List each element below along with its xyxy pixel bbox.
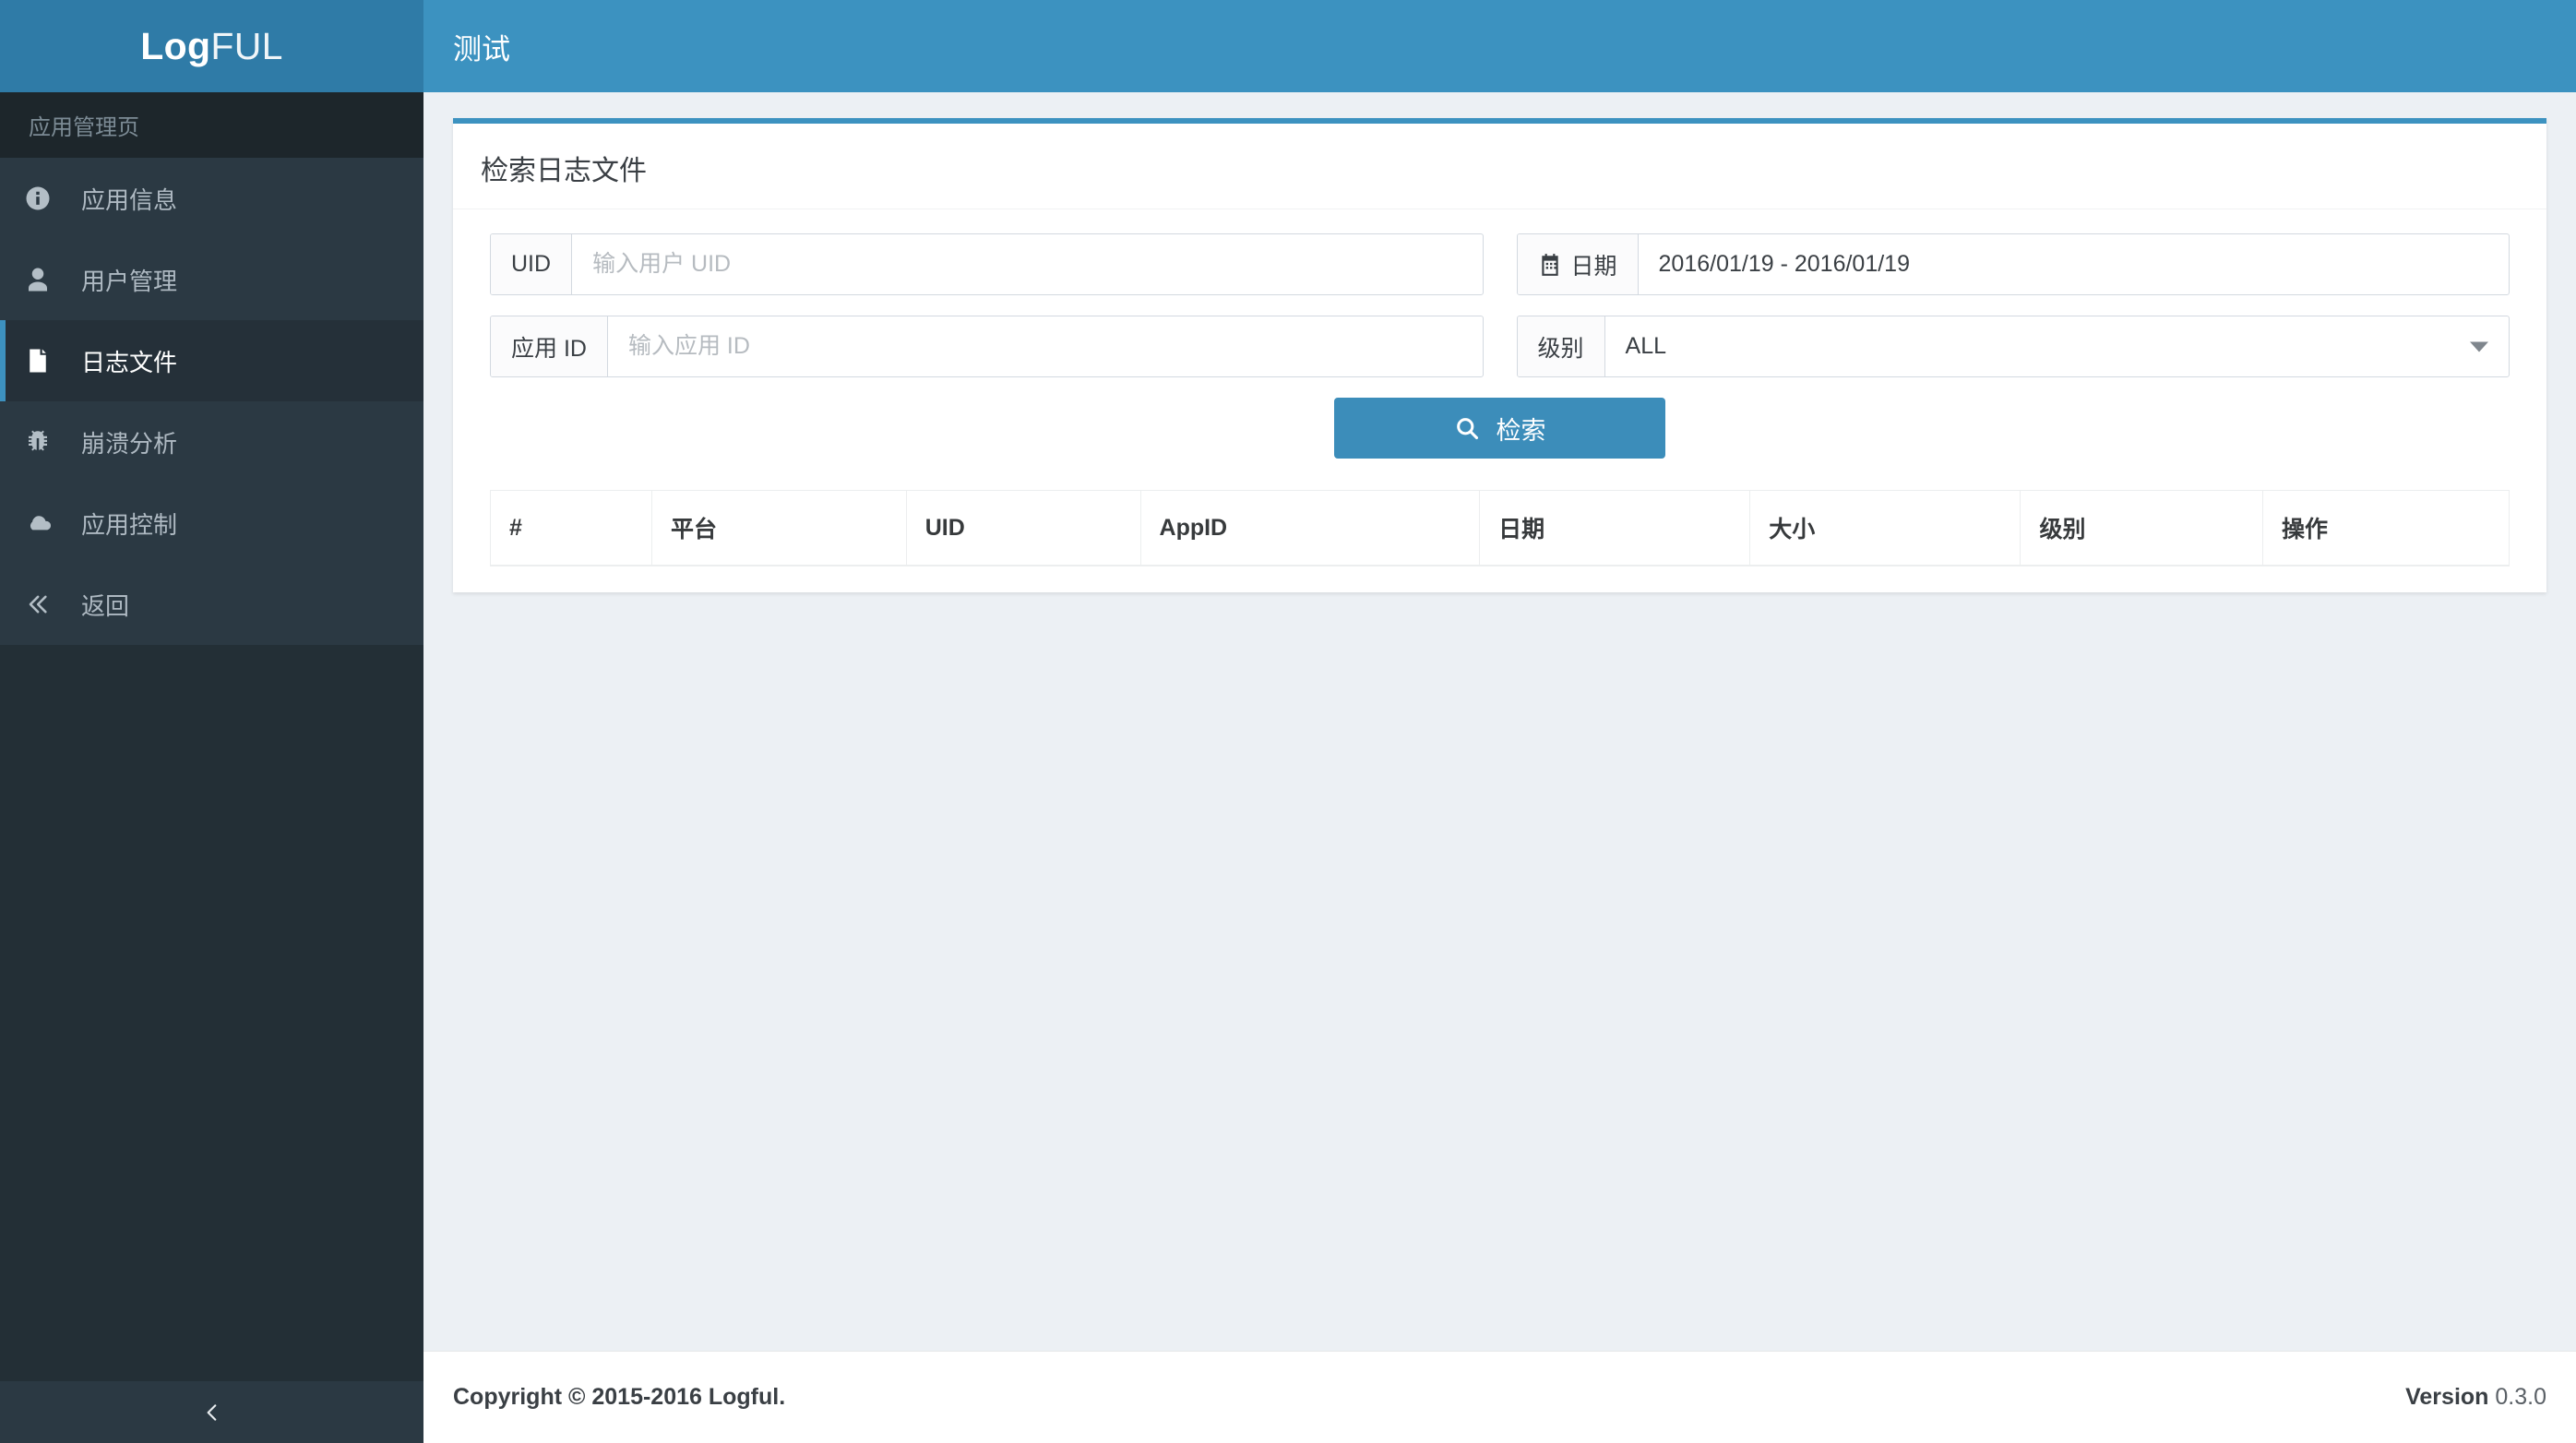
sidebar-item-user-management[interactable]: 用户管理: [0, 239, 423, 320]
panel-title: 检索日志文件: [481, 156, 647, 186]
form-row-2: 应用 ID 级别 ALL: [473, 316, 2526, 377]
column-header-uid[interactable]: UID: [905, 490, 1141, 566]
date-range-input[interactable]: [1638, 234, 2509, 294]
bug-icon: [24, 428, 68, 456]
form-row-1: UID 日期: [473, 233, 2526, 295]
chevron-left-icon: [200, 1401, 224, 1425]
sidebar-item-label: 应用控制: [81, 510, 178, 539]
search-button-row: 检索: [473, 398, 2526, 459]
search-icon: [1454, 415, 1480, 441]
version-value: 0.3.0: [2495, 1384, 2546, 1410]
copyright-text: Copyright © 2015-2016 Logful.: [453, 1384, 786, 1410]
panel-header: 检索日志文件: [453, 124, 2546, 209]
results-table-wrapper: # 平台 UID AppID 日期 大小 级别 操作: [473, 490, 2526, 566]
form-col-appid: 应用 ID: [473, 316, 1500, 377]
search-button[interactable]: 检索: [1334, 398, 1665, 459]
column-header-level[interactable]: 级别: [2020, 490, 2264, 566]
log-files-table: # 平台 UID AppID 日期 大小 级别 操作: [489, 490, 2510, 566]
sidebar-item-label: 应用信息: [81, 185, 178, 214]
form-col-level: 级别 ALL: [1500, 316, 2527, 377]
brand-light: FUL: [210, 24, 283, 67]
brand-logo[interactable]: LogFUL: [0, 0, 423, 92]
sidebar-collapse-button[interactable]: [0, 1381, 423, 1443]
topbar: 测试: [423, 0, 2576, 92]
uid-input[interactable]: [572, 234, 1483, 294]
column-header-index[interactable]: #: [489, 490, 653, 566]
level-select[interactable]: ALL: [1605, 316, 2509, 376]
column-header-size[interactable]: 大小: [1749, 490, 2021, 566]
form-col-uid: UID: [473, 233, 1500, 295]
brand-bold: Log: [140, 24, 211, 67]
uid-label: UID: [491, 234, 573, 294]
column-header-appid[interactable]: AppID: [1139, 490, 1481, 566]
sidebar-item-label: 返回: [81, 591, 130, 620]
level-input-group: 级别 ALL: [1516, 316, 2510, 377]
appid-label: 应用 ID: [491, 316, 608, 376]
sidebar-item-label: 崩溃分析: [81, 429, 178, 458]
calendar-icon: [1538, 253, 1562, 277]
info-circle-icon: [24, 185, 68, 212]
uid-input-group: UID: [490, 233, 1484, 295]
sidebar-item-label: 用户管理: [81, 267, 178, 295]
double-chevron-left-icon: [24, 591, 68, 617]
main-content: 检索日志文件 UID 输入用户 UID 日期 2016/01/19 - 2016…: [423, 92, 2576, 1351]
sidebar-item-log-files[interactable]: 日志文件: [0, 320, 423, 401]
level-label: 级别: [1517, 316, 1605, 376]
version-info: Version 0.3.0: [2405, 1384, 2546, 1411]
version-label: Version: [2405, 1384, 2489, 1410]
chevron-down-icon: [2470, 341, 2488, 352]
sidebar-item-app-info[interactable]: 应用信息: [0, 158, 423, 239]
table-header-row: # 平台 UID AppID 日期 大小 级别 操作: [489, 490, 2510, 566]
sidebar-section-header: 应用管理页: [0, 92, 423, 158]
sidebar-item-crash-analysis[interactable]: 崩溃分析: [0, 401, 423, 483]
form-col-date: 日期: [1500, 233, 2527, 295]
column-header-date[interactable]: 日期: [1479, 490, 1751, 566]
user-icon: [24, 266, 68, 293]
search-panel: 检索日志文件 UID 输入用户 UID 日期 2016/01/19 - 2016…: [453, 118, 2546, 592]
cloud-icon: [24, 508, 68, 538]
column-header-action[interactable]: 操作: [2262, 490, 2510, 566]
sidebar-item-back[interactable]: 返回: [0, 564, 423, 645]
column-header-platform[interactable]: 平台: [651, 490, 907, 566]
sidebar-item-app-control[interactable]: 应用控制: [0, 483, 423, 564]
sidebar: LogFUL 应用管理页 应用信息 用户管理 日志文件 崩溃分析 应用控制 返回: [0, 0, 423, 1443]
date-label-text: 日期: [1570, 253, 1617, 280]
footer: Copyright © 2015-2016 Logful. Version 0.…: [423, 1351, 2576, 1443]
app-root: LogFUL 应用管理页 应用信息 用户管理 日志文件 崩溃分析 应用控制 返回…: [0, 0, 2576, 1443]
level-selected-value: ALL: [1625, 333, 1666, 359]
sidebar-nav: 应用信息 用户管理 日志文件 崩溃分析 应用控制 返回: [0, 158, 423, 645]
appid-input[interactable]: [607, 316, 1483, 376]
appid-input-group: 应用 ID: [490, 316, 1484, 377]
sidebar-item-label: 日志文件: [81, 348, 178, 376]
brand-text: LogFUL: [140, 25, 282, 68]
file-icon: [24, 347, 68, 375]
page-title: 测试: [453, 32, 510, 66]
search-button-label: 检索: [1496, 416, 1546, 445]
date-label: 日期: [1517, 234, 1639, 294]
date-input-group: 日期: [1516, 233, 2510, 295]
panel-body: UID 日期: [453, 209, 2546, 592]
table-head: # 平台 UID AppID 日期 大小 级别 操作: [489, 490, 2510, 566]
